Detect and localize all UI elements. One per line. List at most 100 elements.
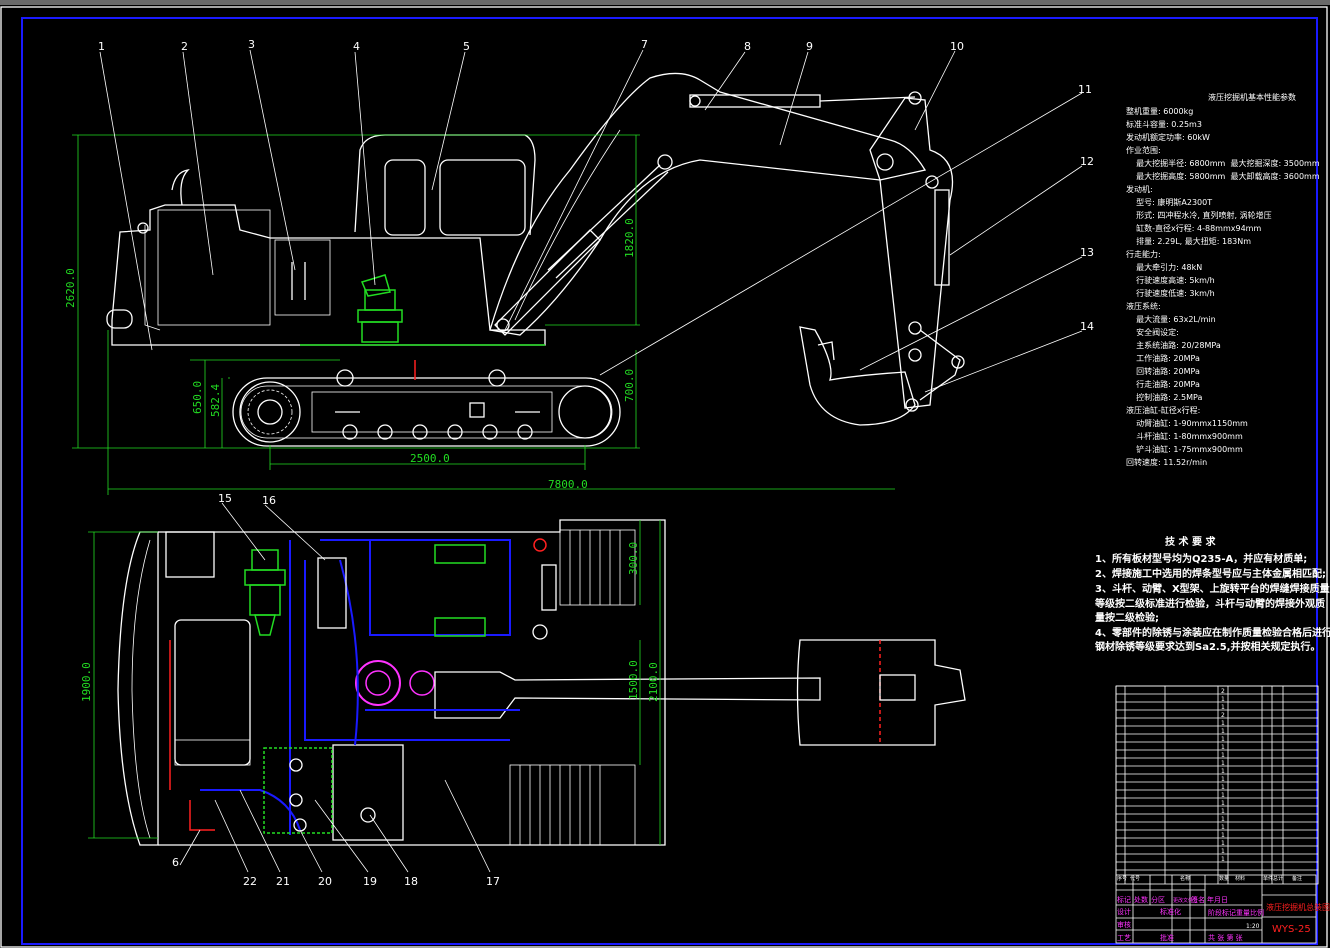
dim-length-total: 7800.0 — [548, 478, 588, 491]
callout-3: 3 — [248, 38, 255, 51]
svg-text:标记: 标记 — [1117, 895, 1131, 904]
svg-text:发动机:: 发动机: — [1126, 184, 1153, 194]
svg-text:最大挖掘半径: 6800mm 最大挖掘深度: 3500mm: 最大挖掘半径: 6800mm 最大挖掘深度: 3500mm — [1126, 158, 1320, 168]
battery-box — [332, 744, 404, 841]
parts-qty: 1 — [1221, 768, 1225, 775]
svg-text:重量: 重量 — [1236, 909, 1250, 917]
parts-header: 单件 — [1263, 875, 1273, 882]
svg-text:批准: 批准 — [1160, 933, 1174, 942]
callout-6: 6 — [172, 856, 179, 869]
parts-qty: 1 — [1221, 720, 1225, 727]
svg-text:4、零部件的除锈与涂装应在制作质量检验合格后进行，: 4、零部件的除锈与涂装应在制作质量检验合格后进行， — [1095, 626, 1330, 639]
svg-text:型号: 康明斯A2300T: 型号: 康明斯A2300T — [1126, 197, 1212, 207]
svg-text:斗杆油缸: 1-80mmx900mm: 斗杆油缸: 1-80mmx900mm — [1126, 431, 1243, 441]
svg-text:液压系统:: 液压系统: — [1126, 301, 1161, 311]
dim-plan-2100: 2100.0 — [647, 662, 660, 702]
parts-header: 代号 — [1130, 875, 1140, 882]
svg-text:年月日: 年月日 — [1207, 895, 1228, 904]
engine-hood — [157, 209, 271, 326]
svg-text:最大挖掘高度: 5800mm 最大卸载高度: 3600mm: 最大挖掘高度: 5800mm 最大卸载高度: 3600mm — [1126, 171, 1320, 181]
performance-parameters: 液压挖掘机基本性能参数 整机重量: 6000kg 标准斗容量: 0.25m3 发… — [1126, 92, 1320, 467]
parts-qty: 1 — [1221, 800, 1225, 807]
leader-lines — [99, 49, 1083, 873]
svg-text:回转速度: 11.52r/min: 回转速度: 11.52r/min — [1126, 457, 1207, 467]
parts-qty: 2 — [1221, 712, 1225, 719]
cad-drawing[interactable]: 2620.0 1820.0 650.0 582.4 700.0 2500.0 7… — [0, 0, 1330, 948]
upper-structure — [111, 204, 546, 346]
idler-wheel — [558, 385, 612, 439]
dim-cab-height: 1820.0 — [623, 218, 636, 258]
svg-text:形式: 四冲程水冷, 直列喷射, 涡轮增压: 形式: 四冲程水冷, 直列喷射, 涡轮增压 — [1126, 210, 1272, 220]
svg-text:阶段标记: 阶段标记 — [1208, 908, 1236, 917]
callout-2: 2 — [181, 40, 188, 53]
swivel-plan — [244, 549, 286, 636]
parts-header: 名称 — [1180, 875, 1190, 882]
parts-qty: 1 — [1221, 824, 1225, 831]
svg-text:工作油路: 20MPa: 工作油路: 20MPa — [1126, 353, 1200, 363]
side-dimensions — [72, 134, 895, 495]
svg-text:动臂油缸: 1-90mmx1150mm: 动臂油缸: 1-90mmx1150mm — [1126, 418, 1248, 428]
callout-9: 9 — [806, 40, 813, 53]
parts-qty: 1 — [1221, 696, 1225, 703]
callout-12: 12 — [1080, 155, 1094, 168]
exhaust-pipe — [171, 169, 190, 206]
parts-qty: 1 — [1221, 840, 1225, 847]
svg-text:控制油路: 2.5MPa: 控制油路: 2.5MPa — [1126, 392, 1202, 402]
side-view: 2620.0 1820.0 650.0 582.4 700.0 2500.0 7… — [64, 72, 965, 495]
svg-text:3、斗杆、动臂、X型架、上旋转平台的焊缝焊接质量: 3、斗杆、动臂、X型架、上旋转平台的焊缝焊接质量 — [1095, 582, 1330, 595]
svg-text:签名: 签名 — [1191, 895, 1205, 904]
parts-qty: 1 — [1221, 816, 1225, 823]
dim-track-front: 700.0 — [623, 369, 636, 402]
svg-text:分区: 分区 — [1151, 895, 1165, 904]
svg-text:行驶速度高速: 5km/h: 行驶速度高速: 5km/h — [1126, 275, 1215, 285]
svg-text:1、所有板材型号均为Q235-A，并应有材质单;: 1、所有板材型号均为Q235-A，并应有材质单; — [1095, 552, 1307, 565]
arm-cylinder — [689, 91, 922, 108]
dim-plan-1500: 1500.0 — [627, 660, 640, 700]
parts-header: 材料 — [1235, 875, 1245, 882]
platform-outline — [158, 519, 666, 846]
callout-17: 17 — [486, 875, 500, 888]
boom — [489, 72, 927, 336]
svg-text:处数: 处数 — [1134, 895, 1148, 904]
callout-19: 19 — [363, 875, 377, 888]
boom-cylinder — [494, 164, 669, 336]
params-title: 液压挖掘机基本性能参数 — [1208, 92, 1296, 102]
parts-header: 序号 — [1117, 875, 1127, 882]
svg-text:量按二级检验;: 量按二级检验; — [1095, 611, 1159, 624]
callout-1: 1 — [98, 40, 105, 53]
drawing-title: 液压挖掘机总装图 — [1266, 902, 1330, 912]
svg-text:设计: 设计 — [1117, 907, 1131, 916]
technical-requirements: 技 术 要 求 1、所有板材型号均为Q235-A，并应有材质单; 2、焊接施工中… — [1095, 535, 1330, 653]
svg-text:安全阀设定:: 安全阀设定: — [1126, 327, 1179, 337]
parts-qty: 1 — [1221, 736, 1225, 743]
dim-clearance: 582.4 — [209, 384, 222, 417]
svg-text:2、焊接施工中选用的焊条型号应与主体金属相匹配;: 2、焊接施工中选用的焊条型号应与主体金属相匹配; — [1095, 567, 1326, 580]
svg-text:排量: 2.29L, 最大扭矩: 183Nm: 排量: 2.29L, 最大扭矩: 183Nm — [1126, 236, 1251, 246]
parts-qty: 1 — [1221, 784, 1225, 791]
svg-text:作业范围:: 作业范围: — [1126, 145, 1161, 155]
parts-qty: 1 — [1221, 792, 1225, 799]
pump-group — [263, 747, 333, 834]
parts-qty: 1 — [1221, 832, 1225, 839]
valve-lower — [434, 617, 486, 637]
dim-wheelbase: 2500.0 — [410, 452, 450, 465]
svg-text:比例: 比例 — [1250, 908, 1264, 917]
counterweight — [117, 531, 159, 846]
parts-qty: 1 — [1221, 848, 1225, 855]
callout-13: 13 — [1080, 246, 1094, 259]
fuel-tank — [174, 619, 251, 766]
svg-text:发动机额定功率: 60kW: 发动机额定功率: 60kW — [1126, 132, 1210, 142]
requirements-title: 技 术 要 求 — [1165, 535, 1216, 548]
svg-text:1:20: 1:20 — [1246, 923, 1260, 930]
parts-header: 数量 — [1219, 875, 1229, 882]
svg-text:最大牵引力: 48kN: 最大牵引力: 48kN — [1126, 262, 1202, 272]
svg-text:铲斗油缸: 1-75mmx900mm: 铲斗油缸: 1-75mmx900mm — [1126, 444, 1243, 454]
parts-qty: 1 — [1221, 856, 1225, 863]
parts-qty: 1 — [1221, 760, 1225, 767]
drawing-number: WYS-25 — [1272, 924, 1311, 935]
parts-qty: 1 — [1221, 744, 1225, 751]
svg-text:液压油缸-缸径x行程:: 液压油缸-缸径x行程: — [1126, 405, 1200, 415]
drive-sprocket — [239, 381, 301, 443]
parts-qty: 1 — [1221, 752, 1225, 759]
track-rollers — [336, 369, 533, 440]
